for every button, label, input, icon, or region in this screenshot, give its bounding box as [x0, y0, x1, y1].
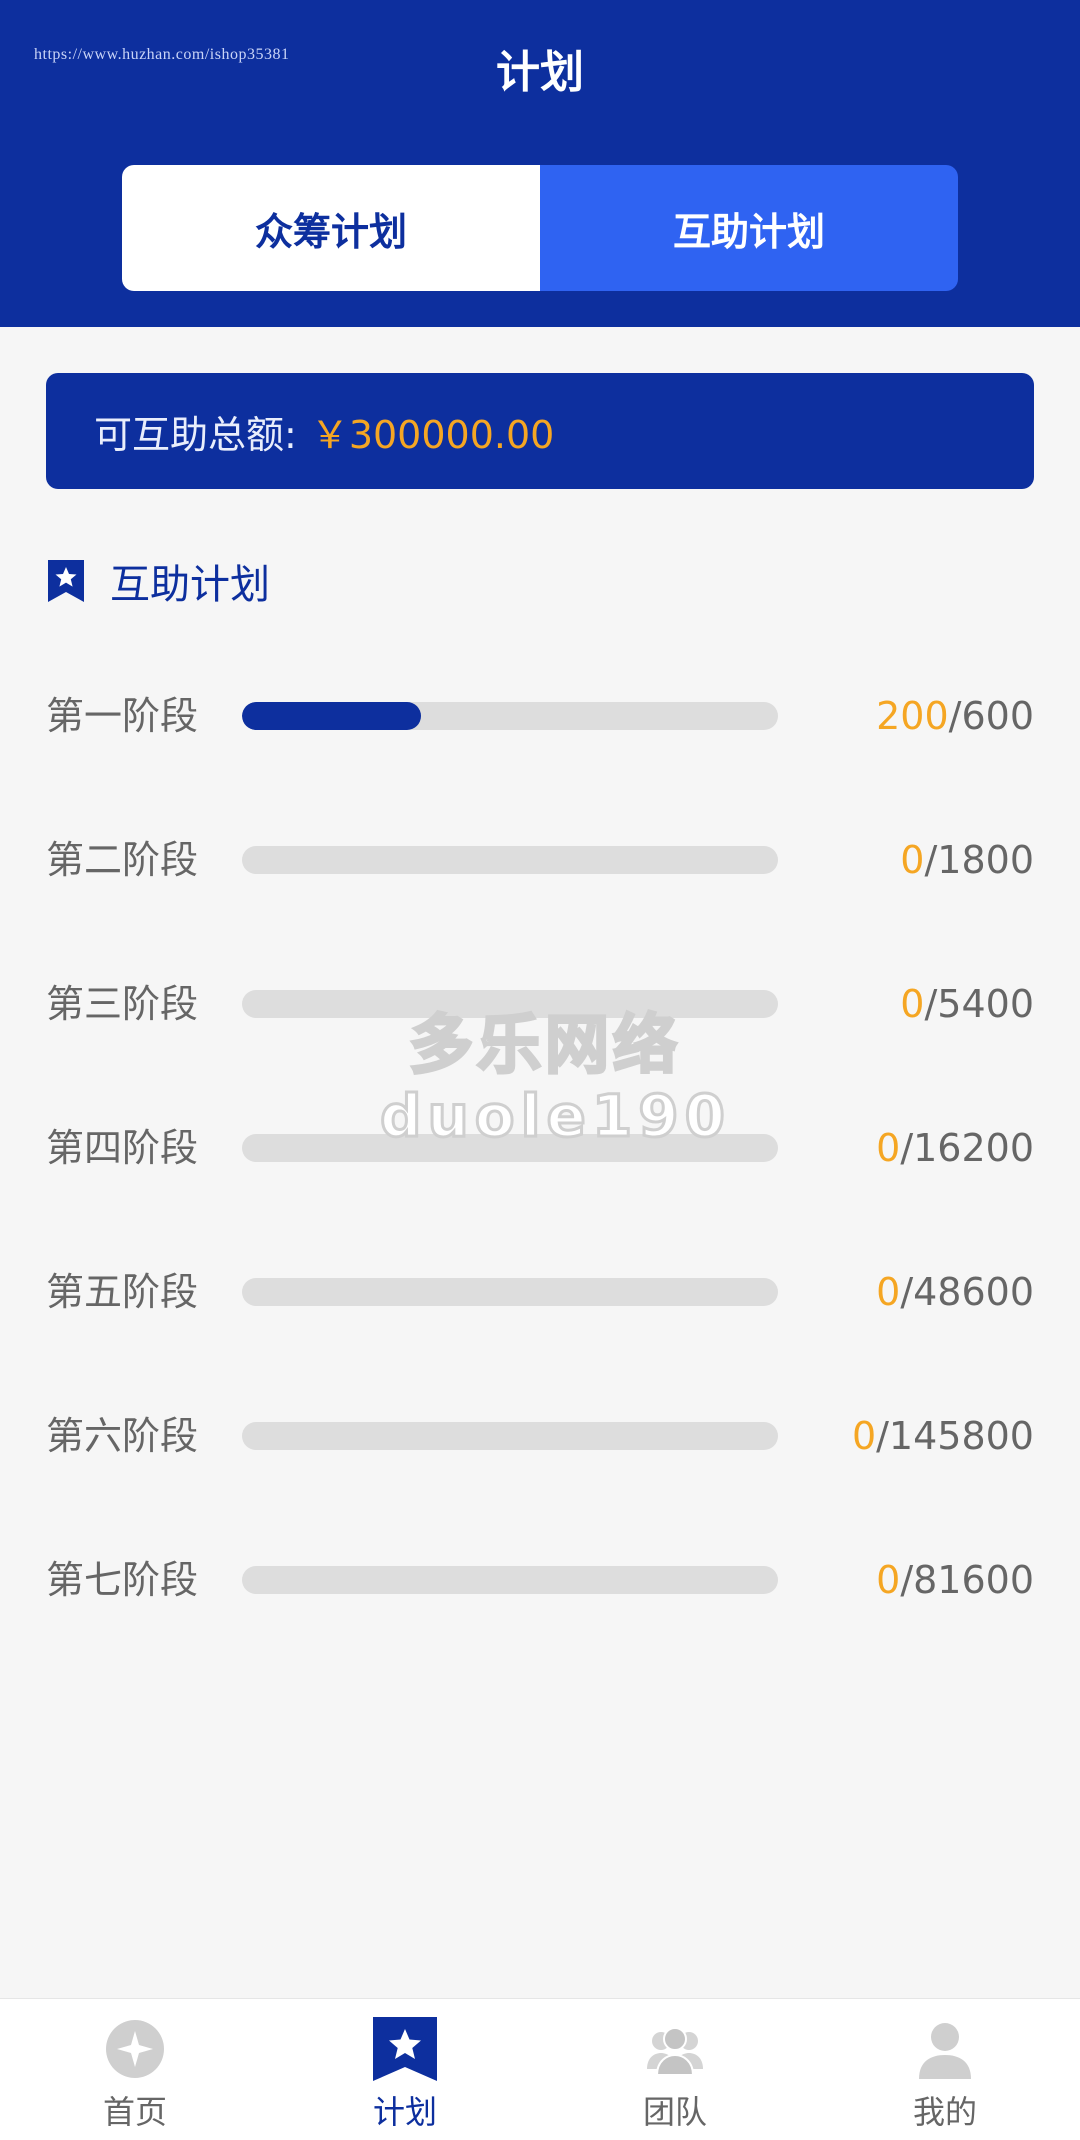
stage-count: 0/145800 [852, 1408, 1034, 1464]
tab-mutual-aid-plan[interactable]: 互助计划 [540, 165, 958, 291]
stage-row: 第七阶段 0/81600 [46, 1536, 1034, 1680]
stage-current-value: 0 [876, 1126, 901, 1170]
stage-row: 第五阶段 0/48600 [46, 1248, 1034, 1392]
stage-name: 第七阶段 [46, 1558, 199, 1602]
star-bookmark-icon [48, 560, 84, 602]
stage-row: 第二阶段 0/1800 [46, 816, 1034, 960]
star-bookmark-icon [373, 2017, 437, 2081]
stage-current-value: 0 [900, 982, 925, 1026]
team-icon [647, 2027, 703, 2076]
stage-name: 第一阶段 [46, 694, 199, 738]
stage-progress-track [242, 990, 778, 1018]
tabbar-item-home[interactable]: 首页 [0, 1999, 270, 2140]
stage-name: 第二阶段 [46, 838, 199, 882]
stage-name: 第四阶段 [46, 1126, 199, 1170]
stage-progress-track [242, 846, 778, 874]
stage-name: 第五阶段 [46, 1270, 199, 1314]
tabbar-label-team: 团队 [642, 2093, 707, 2131]
stage-total-value: /600 [948, 694, 1034, 738]
stage-row: 第一阶段 200/600 [46, 672, 1034, 816]
stage-name: 第六阶段 [46, 1414, 199, 1458]
total-amount-card: 可互助总额: ￥300000.00 [46, 373, 1034, 489]
tabbar-label-mine: 我的 [912, 2093, 977, 2131]
stage-progress-track [242, 1134, 778, 1162]
stage-count: 0/81600 [876, 1552, 1034, 1608]
stage-progress-track [242, 1278, 778, 1306]
stage-count: 0/5400 [900, 976, 1034, 1032]
stage-row: 第四阶段 0/16200 [46, 1104, 1034, 1248]
stage-total-value: /48600 [900, 1270, 1034, 1314]
total-amount-value: ￥300000.00 [310, 412, 555, 457]
tabbar-item-plan[interactable]: 计划 [270, 1999, 540, 2140]
total-amount-label: 可互助总额: [94, 412, 297, 457]
section-title: 互助计划 [110, 562, 270, 608]
stage-total-value: /1800 [924, 838, 1034, 882]
stage-current-value: 200 [876, 694, 949, 738]
user-icon [919, 2023, 971, 2079]
stage-progress-track [242, 702, 778, 730]
tabbar-label-plan: 计划 [372, 2093, 437, 2131]
tabbar-item-mine[interactable]: 我的 [810, 1999, 1080, 2140]
stage-count: 0/16200 [876, 1120, 1034, 1176]
stage-row: 第六阶段 0/145800 [46, 1392, 1034, 1536]
stage-count: 0/48600 [876, 1264, 1034, 1320]
stage-progress-track [242, 1422, 778, 1450]
stage-count: 200/600 [876, 688, 1034, 744]
stage-total-value: /145800 [876, 1414, 1034, 1458]
tab-crowdfunding-plan[interactable]: 众筹计划 [122, 165, 540, 291]
stage-progress-fill [242, 702, 421, 730]
stage-current-value: 0 [876, 1558, 901, 1602]
stage-current-value: 0 [900, 838, 925, 882]
page-title: 计划 [496, 47, 584, 98]
stage-total-value: /81600 [900, 1558, 1034, 1602]
home-icon [106, 2020, 164, 2078]
stage-name: 第三阶段 [46, 982, 199, 1026]
bottom-tabbar: 首页 计划 团队 我的 [0, 1998, 1080, 2140]
stage-row: 第三阶段 0/5400 [46, 960, 1034, 1104]
stage-total-value: /5400 [924, 982, 1034, 1026]
plan-tabs: 众筹计划 互助计划 [122, 165, 958, 291]
header: https://www.huzhan.com/ishop35381 计划 众筹计… [0, 0, 1080, 327]
stage-current-value: 0 [851, 1414, 877, 1458]
stage-count: 0/1800 [900, 832, 1034, 888]
stage-total-value: /16200 [900, 1126, 1034, 1170]
tabbar-label-home: 首页 [102, 2093, 167, 2131]
stage-list: 第一阶段 200/600 第二阶段 0/1800 第三阶段 0/5400 第四阶段 0/162… [46, 672, 1034, 1680]
section-header: 互助计划 [46, 553, 270, 609]
tabbar-item-team[interactable]: 团队 [540, 1999, 810, 2140]
stage-current-value: 0 [876, 1270, 901, 1314]
stage-progress-track [242, 1566, 778, 1594]
